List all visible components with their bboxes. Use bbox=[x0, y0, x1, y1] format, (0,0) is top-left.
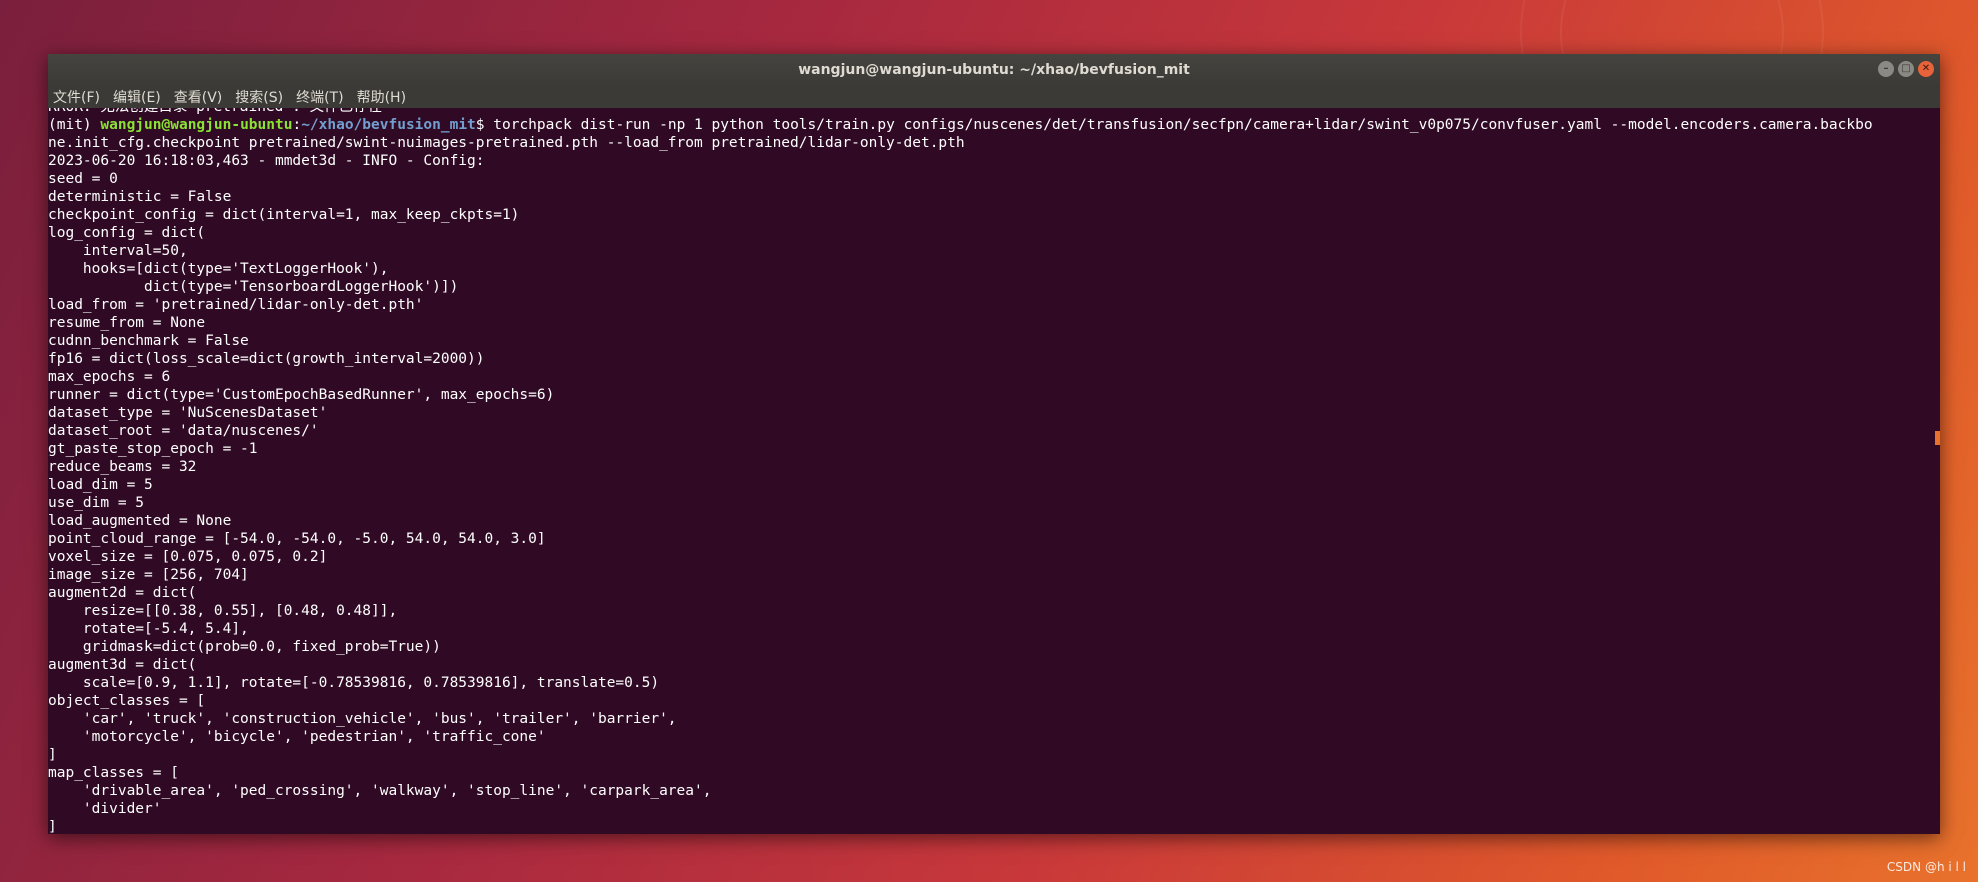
prompt-env: (mit) bbox=[48, 117, 101, 133]
terminal-line: voxel_size = [0.075, 0.075, 0.2] bbox=[48, 549, 328, 565]
output-lines: 2023-06-20 16:18:03,463 - mmdet3d - INFO… bbox=[48, 152, 1926, 834]
menu-help[interactable]: 帮助(H) bbox=[357, 87, 406, 107]
terminal-line: 'drivable_area', 'ped_crossing', 'walkwa… bbox=[48, 783, 712, 799]
terminal-line: use_dim = 5 bbox=[48, 495, 145, 511]
terminal-line-partial: RROR: 无法创建目录 pretrained : 文件已存在 bbox=[48, 108, 1926, 116]
terminal-line: ] bbox=[48, 819, 57, 834]
terminal-line: deterministic = False bbox=[48, 189, 232, 205]
terminal-line: reduce_beams = 32 bbox=[48, 459, 197, 475]
menu-bar: 文件(F) 编辑(E) 查看(V) 搜索(S) 终端(T) 帮助(H) bbox=[48, 86, 1940, 108]
menu-edit[interactable]: 编辑(E) bbox=[113, 87, 161, 107]
prompt-symbol: $ bbox=[475, 117, 494, 133]
terminal-line: runner = dict(type='CustomEpochBasedRunn… bbox=[48, 387, 555, 403]
terminal-line: ] bbox=[48, 747, 57, 763]
prompt-line: (mit) wangjun@wangjun-ubuntu:~/xhao/bevf… bbox=[48, 116, 1926, 134]
menu-terminal[interactable]: 终端(T) bbox=[296, 87, 343, 107]
terminal-line: 'divider' bbox=[48, 801, 162, 817]
command-continuation: ne.init_cfg.checkpoint pretrained/swint-… bbox=[48, 135, 965, 151]
terminal-line: 'car', 'truck', 'construction_vehicle', … bbox=[48, 711, 677, 727]
terminal-line: object_classes = [ bbox=[48, 693, 206, 709]
menu-file[interactable]: 文件(F) bbox=[53, 87, 100, 107]
terminal-line: point_cloud_range = [-54.0, -54.0, -5.0,… bbox=[48, 531, 546, 547]
terminal-line: dataset_root = 'data/nuscenes/' bbox=[48, 423, 319, 439]
terminal-line: load_augmented = None bbox=[48, 513, 232, 529]
terminal-line: checkpoint_config = dict(interval=1, max… bbox=[48, 207, 520, 223]
terminal-line: rotate=[-5.4, 5.4], bbox=[48, 621, 249, 637]
window-controls: – □ ✕ bbox=[1878, 61, 1934, 77]
terminal-line: augment3d = dict( bbox=[48, 657, 197, 673]
terminal-window[interactable]: wangjun@wangjun-ubuntu: ~/xhao/bevfusion… bbox=[48, 54, 1940, 834]
watermark: CSDN @h i l l bbox=[1886, 860, 1966, 874]
prompt-separator: : bbox=[292, 117, 302, 133]
menu-view[interactable]: 查看(V) bbox=[174, 87, 223, 107]
terminal-line: gt_paste_stop_epoch = -1 bbox=[48, 441, 258, 457]
terminal-line: cudnn_benchmark = False bbox=[48, 333, 249, 349]
terminal-line: seed = 0 bbox=[48, 171, 118, 187]
terminal-line: load_from = 'pretrained/lidar-only-det.p… bbox=[48, 297, 424, 313]
terminal-line: fp16 = dict(loss_scale=dict(growth_inter… bbox=[48, 351, 485, 367]
terminal-line: gridmask=dict(prob=0.0, fixed_prob=True)… bbox=[48, 639, 441, 655]
scrollbar-marker[interactable] bbox=[1935, 431, 1940, 445]
menu-search[interactable]: 搜索(S) bbox=[235, 87, 283, 107]
terminal-line: max_epochs = 6 bbox=[48, 369, 171, 385]
terminal-line: dataset_type = 'NuScenesDataset' bbox=[48, 405, 328, 421]
terminal-output[interactable]: RROR: 无法创建目录 pretrained : 文件已存在 (mit) wa… bbox=[48, 108, 1940, 834]
command-text: torchpack dist-run -np 1 python tools/tr… bbox=[493, 117, 1873, 133]
terminal-line: map_classes = [ bbox=[48, 765, 179, 781]
title-bar[interactable]: wangjun@wangjun-ubuntu: ~/xhao/bevfusion… bbox=[48, 54, 1940, 86]
terminal-line: resume_from = None bbox=[48, 315, 206, 331]
maximize-icon[interactable]: □ bbox=[1898, 61, 1914, 77]
prompt-path: ~/xhao/bevfusion_mit bbox=[301, 117, 476, 133]
terminal-line: 'motorcycle', 'bicycle', 'pedestrian', '… bbox=[48, 729, 546, 745]
terminal-line: resize=[[0.38, 0.55], [0.48, 0.48]], bbox=[48, 603, 398, 619]
terminal-line: log_config = dict( bbox=[48, 225, 206, 241]
window-title: wangjun@wangjun-ubuntu: ~/xhao/bevfusion… bbox=[798, 62, 1190, 78]
close-icon[interactable]: ✕ bbox=[1918, 61, 1934, 77]
terminal-line: scale=[0.9, 1.1], rotate=[-0.78539816, 0… bbox=[48, 675, 660, 691]
terminal-line: 2023-06-20 16:18:03,463 - mmdet3d - INFO… bbox=[48, 153, 485, 169]
terminal-line: augment2d = dict( bbox=[48, 585, 197, 601]
terminal-line: image_size = [256, 704] bbox=[48, 567, 249, 583]
prompt-user: wangjun@wangjun-ubuntu bbox=[100, 117, 293, 133]
terminal-line: hooks=[dict(type='TextLoggerHook'), bbox=[48, 261, 389, 277]
terminal-line: load_dim = 5 bbox=[48, 477, 153, 493]
minimize-icon[interactable]: – bbox=[1878, 61, 1894, 77]
terminal-content: RROR: 无法创建目录 pretrained : 文件已存在 (mit) wa… bbox=[48, 108, 1926, 834]
terminal-line: interval=50, bbox=[48, 243, 188, 259]
terminal-line: dict(type='TensorboardLoggerHook')]) bbox=[48, 279, 459, 295]
